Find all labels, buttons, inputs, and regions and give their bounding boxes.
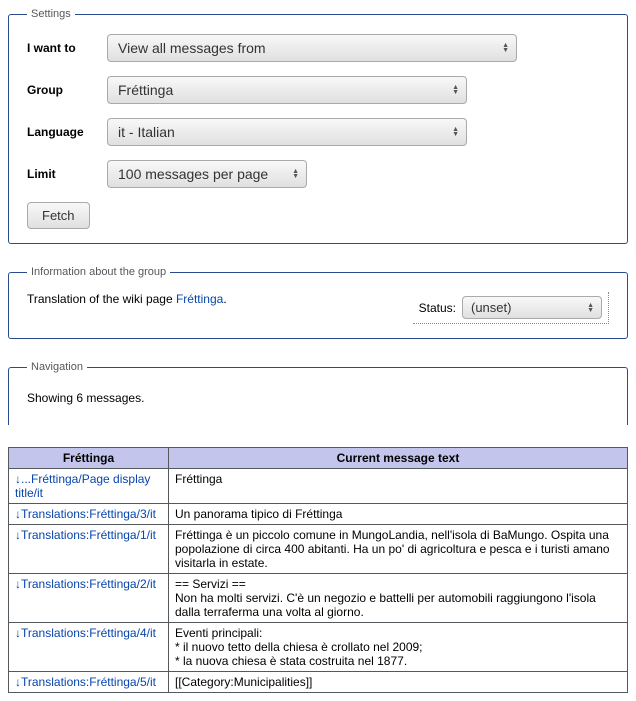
messages-table: Fréttinga Current message text ↓...Frétt… bbox=[8, 447, 628, 693]
fetch-button[interactable]: Fetch bbox=[27, 202, 90, 229]
group-label: Group bbox=[27, 83, 107, 97]
message-key-cell: ↓Translations:Fréttinga/4/it bbox=[9, 623, 169, 672]
group-row: Group Fréttinga ▲▼ bbox=[27, 76, 609, 104]
table-row: ↓Translations:Fréttinga/3/itUn panorama … bbox=[9, 504, 628, 525]
limit-row: Limit 100 messages per page ▲▼ bbox=[27, 160, 609, 188]
info-suffix: . bbox=[223, 292, 226, 306]
language-row: Language it - Italian ▲▼ bbox=[27, 118, 609, 146]
language-select[interactable]: it - Italian ▲▼ bbox=[107, 118, 467, 146]
message-text-cell: [[Category:Municipalities]] bbox=[169, 672, 628, 693]
message-key-link[interactable]: Translations:Fréttinga/4/it bbox=[21, 626, 156, 640]
col-header-key: Fréttinga bbox=[9, 448, 169, 469]
status-label: Status: bbox=[419, 301, 456, 315]
message-text-cell: Fréttinga bbox=[169, 469, 628, 504]
table-row: ↓Translations:Fréttinga/2/it== Servizi =… bbox=[9, 574, 628, 623]
group-value: Fréttinga bbox=[107, 76, 467, 104]
message-text-cell: Un panorama tipico di Fréttinga bbox=[169, 504, 628, 525]
iwantto-value: View all messages from bbox=[107, 34, 517, 62]
col-header-msg: Current message text bbox=[169, 448, 628, 469]
info-link[interactable]: Fréttinga bbox=[176, 292, 223, 306]
table-row: ↓...Fréttinga/Page display title/itFrétt… bbox=[9, 469, 628, 504]
message-key-cell: ↓Translations:Fréttinga/1/it bbox=[9, 525, 169, 574]
info-legend: Information about the group bbox=[27, 266, 170, 278]
status-value: (unset) bbox=[462, 296, 602, 319]
iwantto-row: I want to View all messages from ▲▼ bbox=[27, 34, 609, 62]
limit-label: Limit bbox=[27, 167, 107, 181]
info-prefix: Translation of the wiki page bbox=[27, 292, 176, 306]
info-fieldset: Information about the group Translation … bbox=[8, 266, 628, 339]
message-key-link[interactable]: Translations:Fréttinga/2/it bbox=[21, 577, 156, 591]
message-key-cell: ↓Translations:Fréttinga/5/it bbox=[9, 672, 169, 693]
message-key-link[interactable]: ...Fréttinga/Page display title/it bbox=[15, 472, 150, 500]
message-key-link[interactable]: Translations:Fréttinga/3/it bbox=[21, 507, 156, 521]
nav-legend: Navigation bbox=[27, 361, 87, 373]
table-row: ↓Translations:Fréttinga/4/itEventi princ… bbox=[9, 623, 628, 672]
message-key-link[interactable]: Translations:Fréttinga/5/it bbox=[21, 675, 156, 689]
language-value: it - Italian bbox=[107, 118, 467, 146]
nav-fieldset: Navigation Showing 6 messages. bbox=[8, 361, 628, 425]
message-text-cell: Eventi principali: * il nuovo tetto dell… bbox=[169, 623, 628, 672]
message-key-cell: ↓Translations:Fréttinga/3/it bbox=[9, 504, 169, 525]
limit-value: 100 messages per page bbox=[107, 160, 307, 188]
language-label: Language bbox=[27, 125, 107, 139]
status-select[interactable]: (unset) ▲▼ bbox=[462, 296, 602, 319]
limit-select[interactable]: 100 messages per page ▲▼ bbox=[107, 160, 307, 188]
iwantto-label: I want to bbox=[27, 41, 107, 55]
message-key-link[interactable]: Translations:Fréttinga/1/it bbox=[21, 528, 156, 542]
message-text-cell: Fréttinga è un piccolo comune in MungoLa… bbox=[169, 525, 628, 574]
table-row: ↓Translations:Fréttinga/5/it[[Category:M… bbox=[9, 672, 628, 693]
message-key-cell: ↓Translations:Fréttinga/2/it bbox=[9, 574, 169, 623]
status-container: Status: (unset) ▲▼ bbox=[413, 292, 609, 324]
nav-showing: Showing 6 messages. bbox=[27, 387, 609, 425]
message-key-cell: ↓...Fréttinga/Page display title/it bbox=[9, 469, 169, 504]
message-text-cell: == Servizi == Non ha molti servizi. C'è … bbox=[169, 574, 628, 623]
iwantto-select[interactable]: View all messages from ▲▼ bbox=[107, 34, 517, 62]
group-select[interactable]: Fréttinga ▲▼ bbox=[107, 76, 467, 104]
table-row: ↓Translations:Fréttinga/1/itFréttinga è … bbox=[9, 525, 628, 574]
info-text: Translation of the wiki page Fréttinga. bbox=[27, 292, 227, 306]
settings-legend: Settings bbox=[27, 8, 75, 20]
settings-fieldset: Settings I want to View all messages fro… bbox=[8, 8, 628, 244]
